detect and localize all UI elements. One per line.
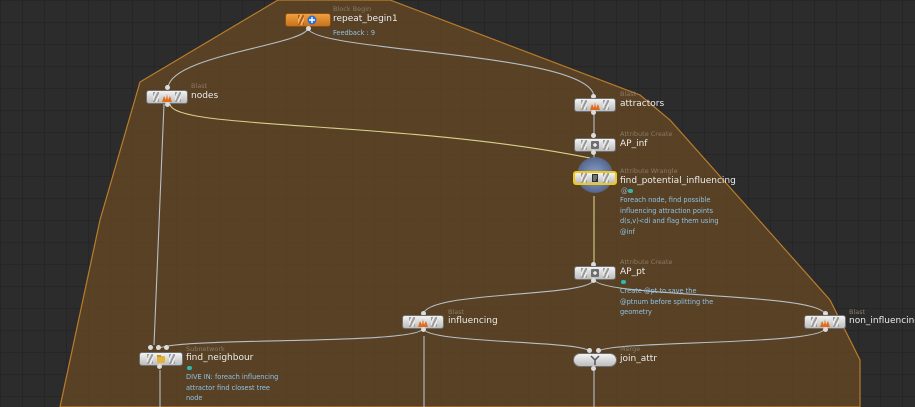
node-comment: Create @pt to save the @ptnum before spl…	[620, 287, 714, 316]
output-port[interactable]	[165, 102, 170, 107]
input-port-2[interactable]	[156, 345, 161, 350]
output-port[interactable]	[591, 366, 596, 371]
output-port[interactable]	[591, 278, 596, 283]
node-flag	[628, 189, 633, 193]
node-name: AP_pt	[620, 267, 646, 277]
node-type-label: Attribute Create	[620, 130, 673, 138]
node-type-label: Blast	[448, 308, 465, 316]
node-tile[interactable]	[573, 353, 617, 367]
node-name: nodes	[191, 91, 219, 101]
node-name: AP_inf	[620, 139, 648, 149]
vex-badge: @	[621, 187, 628, 195]
output-port[interactable]	[421, 327, 426, 332]
network-editor-canvas[interactable]: Block Begin repeat_begin1 Feedback : 9 B…	[0, 0, 915, 407]
node-type-label: Subnetwork	[186, 345, 225, 353]
node-type-label: Blast	[191, 82, 208, 90]
node-tile[interactable]	[573, 171, 617, 185]
node-name: find_potential_influencing	[620, 176, 736, 186]
network-wires	[59, 0, 861, 407]
node-flag	[187, 366, 192, 370]
node-name: repeat_begin1	[333, 14, 398, 24]
attribute-create-icon	[591, 141, 599, 149]
output-port[interactable]	[591, 150, 596, 155]
node-type-label: Merge	[620, 345, 641, 353]
merge-icon	[590, 355, 600, 365]
output-port[interactable]	[306, 26, 311, 31]
node-name: non_influencing	[849, 316, 915, 326]
node-name: find_neighbour	[186, 353, 254, 363]
node-comment: Foreach node, find possible influencing …	[620, 196, 719, 236]
blast-icon	[590, 102, 600, 110]
node-name: influencing	[448, 316, 498, 326]
output-port[interactable]	[823, 327, 828, 332]
node-tile[interactable]	[285, 13, 331, 27]
subnetwork-icon	[157, 355, 165, 363]
node-type-label: Blast	[620, 90, 637, 98]
node-type-label: Attribute Create	[620, 258, 673, 266]
attribute-wrangle-icon	[592, 174, 598, 182]
output-port[interactable]	[157, 364, 162, 369]
node-comment: Feedback : 9	[333, 29, 376, 37]
block-begin-icon	[307, 15, 317, 25]
input-port-3[interactable]	[164, 345, 169, 350]
node-type-label: Attribute Wrangle	[620, 167, 678, 175]
node-comment: DIVE IN: foreach influencing attractor f…	[186, 373, 279, 402]
node-name: attractors	[620, 99, 665, 109]
node-type-label: Blast	[849, 308, 866, 316]
output-port[interactable]	[591, 110, 596, 115]
foreach-block-region[interactable]	[59, 0, 861, 407]
node-flag	[621, 280, 626, 284]
node-name: join_attr	[620, 354, 657, 364]
attribute-create-icon	[591, 269, 599, 277]
node-type-label: Block Begin	[333, 5, 372, 13]
input-port-1[interactable]	[148, 345, 153, 350]
